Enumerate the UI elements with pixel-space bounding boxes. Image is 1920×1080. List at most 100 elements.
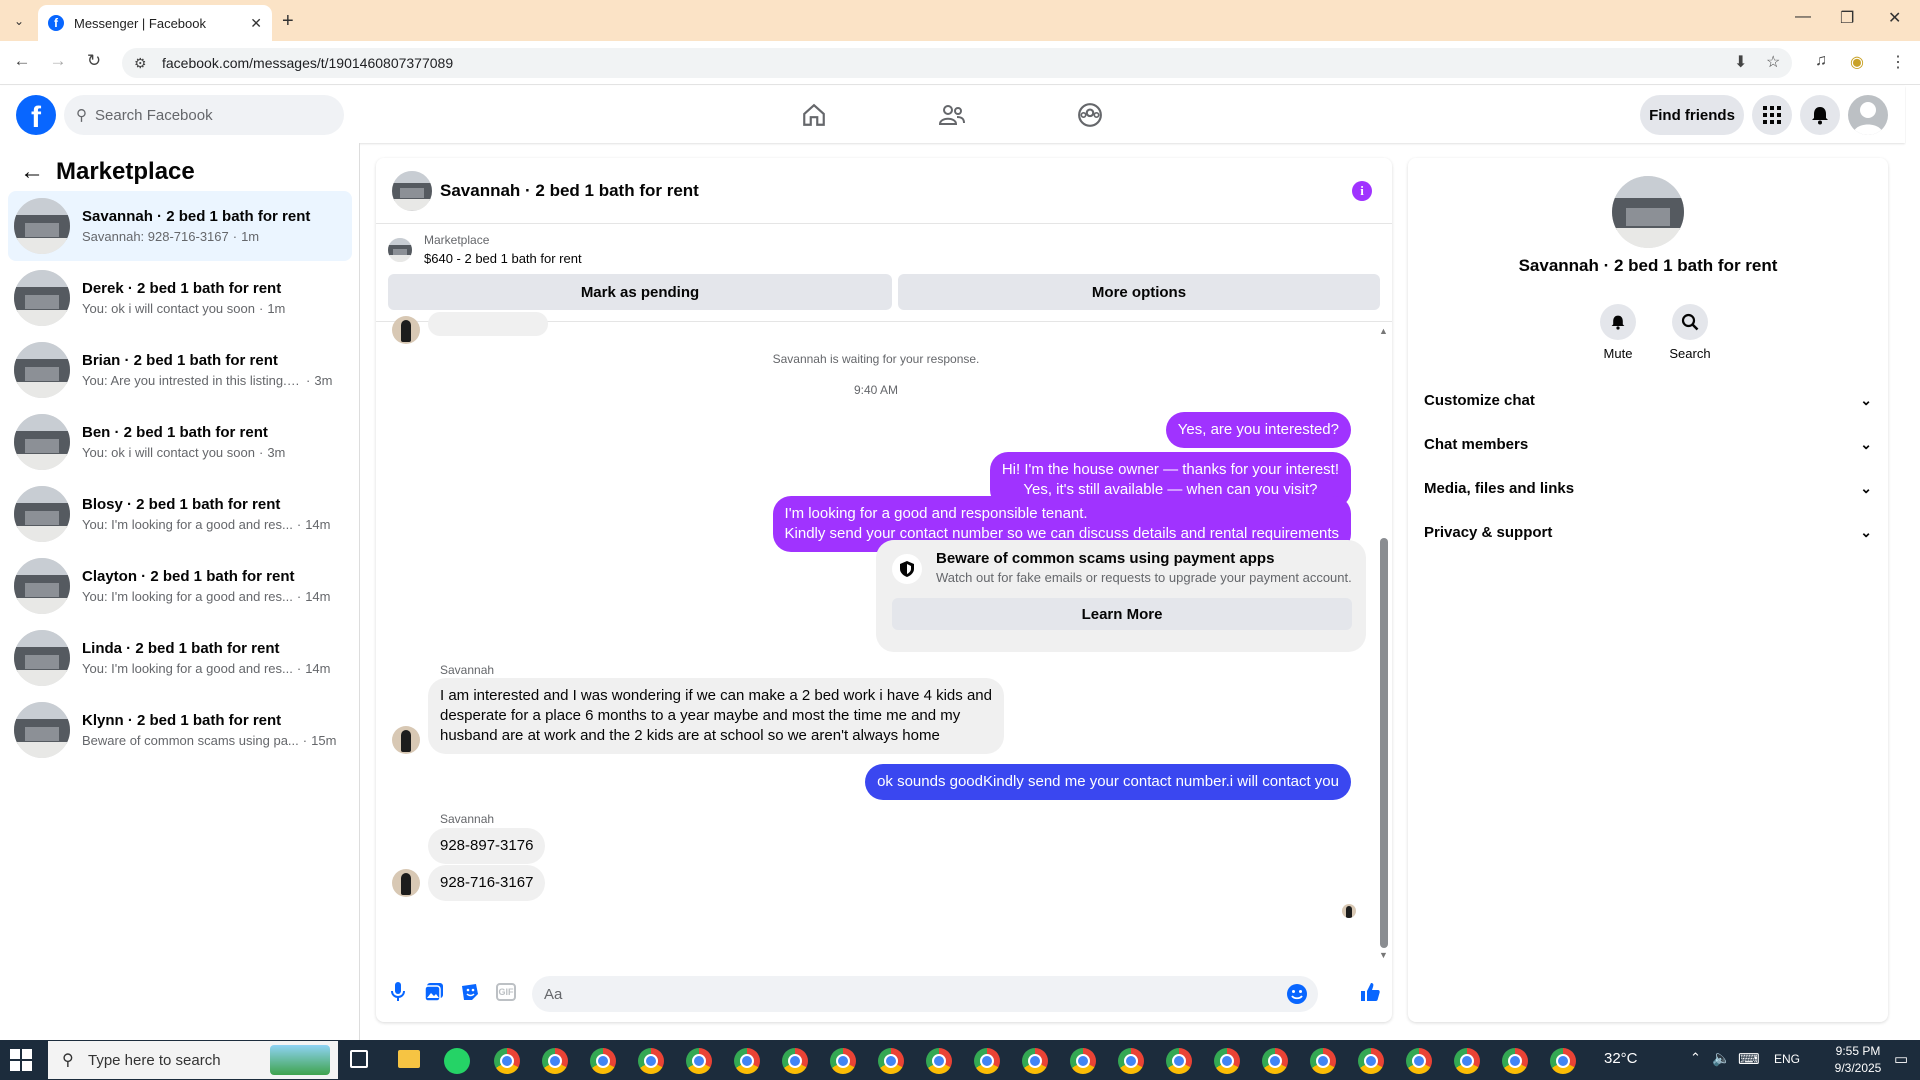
menu-icon[interactable]: ⋮ <box>1890 52 1906 72</box>
gif-icon[interactable]: GIF <box>494 980 518 1004</box>
conversation-item[interactable]: Linda · 2 bed 1 bath for rent You: I'm lo… <box>8 623 352 693</box>
sender-avatar[interactable] <box>392 869 420 897</box>
chrome-window-icon[interactable] <box>1550 1048 1576 1074</box>
mark-as-pending-button[interactable]: Mark as pending <box>388 274 892 310</box>
home-icon[interactable] <box>796 100 832 130</box>
search-in-chat-button[interactable]: Search <box>1660 304 1720 361</box>
minimize-icon[interactable]: — <box>1795 8 1811 26</box>
chrome-window-icon[interactable] <box>1070 1048 1096 1074</box>
chrome-window-icon[interactable] <box>494 1048 520 1074</box>
message-incoming[interactable]: I am interested and I was wondering if w… <box>428 678 1004 754</box>
chrome-window-icon[interactable] <box>782 1048 808 1074</box>
customize-chat-row[interactable]: Customize chat ⌄ <box>1424 382 1872 418</box>
back-icon[interactable]: ← <box>10 51 34 71</box>
find-friends-button[interactable]: Find friends <box>1640 95 1744 135</box>
listing-thumbnail[interactable] <box>388 238 412 262</box>
conversation-item[interactable]: Ben · 2 bed 1 bath for rent You: ok i wil… <box>8 407 352 477</box>
friends-icon[interactable] <box>934 100 970 130</box>
sticker-icon[interactable] <box>458 980 482 1004</box>
message-scrollbar[interactable]: ▲ ▼ <box>1377 326 1389 960</box>
chrome-window-icon[interactable] <box>1406 1048 1432 1074</box>
mute-button[interactable]: Mute <box>1588 304 1648 361</box>
facebook-logo-icon[interactable]: f <box>16 95 56 135</box>
taskbar-search-input[interactable]: ⚲ Type here to search <box>48 1041 338 1079</box>
chrome-window-icon[interactable] <box>1262 1048 1288 1074</box>
chat-avatar[interactable] <box>392 170 432 211</box>
file-explorer-icon[interactable] <box>398 1050 420 1068</box>
chrome-window-icon[interactable] <box>926 1048 952 1074</box>
windows-start-icon[interactable] <box>10 1049 32 1071</box>
site-info-icon[interactable]: ⚙ <box>134 55 152 72</box>
address-bar[interactable]: ⚙ facebook.com/messages/t/19014608073770… <box>122 48 1792 78</box>
message-incoming[interactable]: 928-716-3167 <box>428 865 546 901</box>
chat-members-row[interactable]: Chat members ⌄ <box>1424 426 1872 462</box>
media-files-links-row[interactable]: Media, files and links ⌄ <box>1424 470 1872 506</box>
whatsapp-icon[interactable] <box>444 1048 470 1074</box>
conversation-item[interactable]: Klynn · 2 bed 1 bath for rent Beware of c… <box>8 695 352 765</box>
chrome-window-icon[interactable] <box>1118 1048 1144 1074</box>
chrome-window-icon[interactable] <box>734 1048 760 1074</box>
more-options-button[interactable]: More options <box>898 274 1380 310</box>
info-icon[interactable]: i <box>1352 181 1372 201</box>
scroll-up-icon[interactable]: ▲ <box>1379 326 1388 336</box>
media-icon[interactable]: ♫ <box>1815 52 1827 70</box>
chrome-window-icon[interactable] <box>590 1048 616 1074</box>
browser-tab[interactable]: f Messenger | Facebook ✕ <box>38 5 272 41</box>
show-hidden-icons-icon[interactable]: ⌃ <box>1690 1050 1701 1066</box>
forward-icon[interactable]: → <box>46 51 70 71</box>
groups-icon[interactable] <box>1072 100 1108 130</box>
chrome-window-icon[interactable] <box>1166 1048 1192 1074</box>
close-tab-icon[interactable]: ✕ <box>250 15 262 32</box>
conversation-item[interactable]: Savannah · 2 bed 1 bath for rent Savannah… <box>8 191 352 261</box>
scroll-down-icon[interactable]: ▼ <box>1379 950 1388 960</box>
notification-center-icon[interactable]: ▭ <box>1894 1050 1908 1068</box>
reload-icon[interactable]: ↻ <box>82 51 106 71</box>
clock[interactable]: 9:55 PM 9/3/2025 <box>1826 1044 1890 1075</box>
conversation-item[interactable]: Derek · 2 bed 1 bath for rent You: ok i w… <box>8 263 352 333</box>
chat-title[interactable]: Savannah · 2 bed 1 bath for rent <box>440 181 699 201</box>
chrome-window-icon[interactable] <box>542 1048 568 1074</box>
bookmark-star-icon[interactable]: ☆ <box>1766 52 1780 72</box>
microphone-icon[interactable] <box>386 980 410 1004</box>
conversation-item[interactable]: Brian · 2 bed 1 bath for rent You: Are yo… <box>8 335 352 405</box>
chrome-window-icon[interactable] <box>1502 1048 1528 1074</box>
volume-icon[interactable]: 🔈 <box>1712 1049 1731 1067</box>
details-avatar[interactable] <box>1612 176 1684 248</box>
chrome-window-icon[interactable] <box>1214 1048 1240 1074</box>
chrome-window-icon[interactable] <box>1310 1048 1336 1074</box>
chrome-window-icon[interactable] <box>1454 1048 1480 1074</box>
chrome-window-icon[interactable] <box>830 1048 856 1074</box>
tab-search-icon[interactable]: ⌄ <box>8 10 30 32</box>
task-view-icon[interactable] <box>350 1050 368 1068</box>
message-outgoing[interactable]: ok sounds goodKindly send me your contac… <box>865 764 1351 800</box>
page-scrollbar[interactable] <box>1906 86 1920 1040</box>
chrome-window-icon[interactable] <box>1022 1048 1048 1074</box>
thumbs-up-icon[interactable] <box>1358 980 1382 1004</box>
menu-grid-icon[interactable] <box>1752 95 1792 135</box>
notifications-bell-icon[interactable] <box>1800 95 1840 135</box>
chrome-window-icon[interactable] <box>878 1048 904 1074</box>
keyboard-icon[interactable]: ⌨ <box>1738 1050 1760 1068</box>
weather-temperature[interactable]: 32°C <box>1604 1050 1638 1067</box>
back-arrow-icon[interactable]: ← <box>20 158 44 186</box>
language-indicator[interactable]: ENG <box>1774 1052 1800 1066</box>
learn-more-button[interactable]: Learn More <box>892 598 1352 630</box>
new-tab-icon[interactable]: + <box>282 10 294 33</box>
scrollbar-thumb[interactable] <box>1380 538 1388 948</box>
install-icon[interactable]: ⬇ <box>1734 52 1747 72</box>
close-window-icon[interactable]: ✕ <box>1888 8 1901 28</box>
sender-avatar[interactable] <box>392 726 420 754</box>
chrome-window-icon[interactable] <box>1358 1048 1384 1074</box>
message-outgoing[interactable]: Yes, are you interested? <box>1165 412 1351 448</box>
restore-icon[interactable]: ❐ <box>1840 8 1854 28</box>
conversation-item[interactable]: Blosy · 2 bed 1 bath for rent You: I'm lo… <box>8 479 352 549</box>
privacy-support-row[interactable]: Privacy & support ⌄ <box>1424 514 1872 550</box>
photo-icon[interactable] <box>422 980 446 1004</box>
chrome-window-icon[interactable] <box>686 1048 712 1074</box>
emoji-icon[interactable] <box>1286 983 1308 1009</box>
conversation-item[interactable]: Clayton · 2 bed 1 bath for rent You: I'm … <box>8 551 352 621</box>
listing-title[interactable]: $640 - 2 bed 1 bath for rent <box>424 251 582 266</box>
message-incoming[interactable]: 928-897-3176 <box>428 828 546 864</box>
chrome-window-icon[interactable] <box>974 1048 1000 1074</box>
profile-icon[interactable]: ◉ <box>1850 52 1864 72</box>
